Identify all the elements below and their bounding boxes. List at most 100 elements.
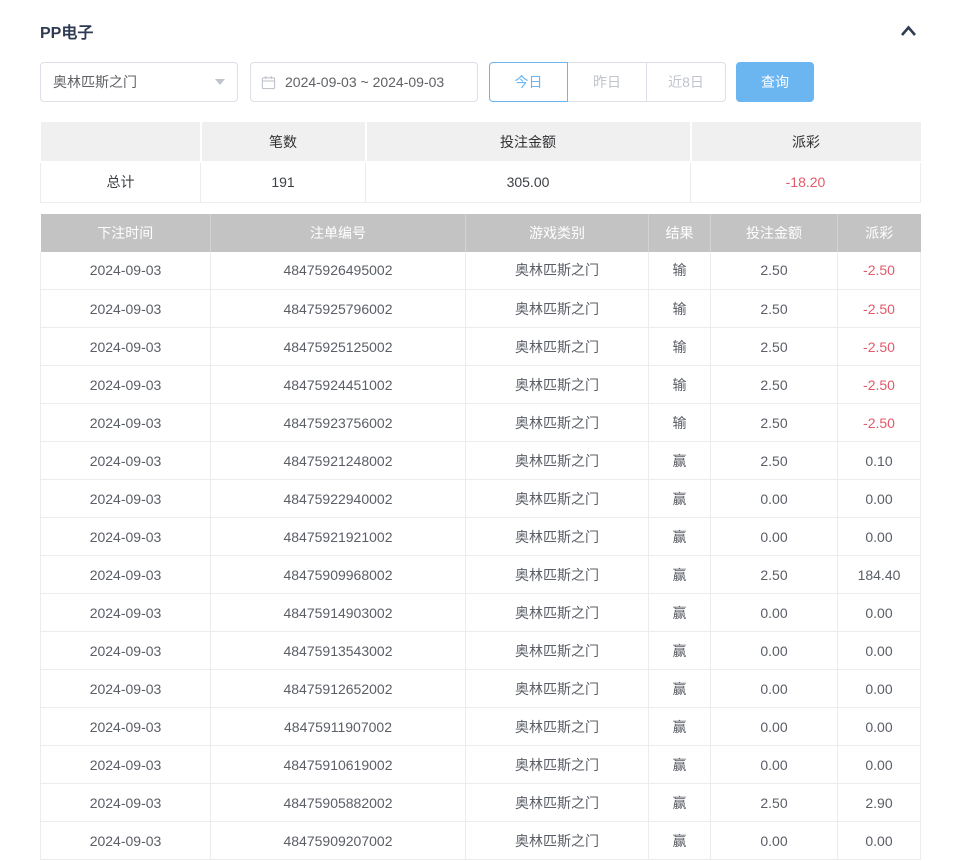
cell-result: 输 — [649, 290, 711, 328]
cell-order-id: 48475921921002 — [211, 518, 466, 556]
cell-order-id: 48475914903002 — [211, 594, 466, 632]
cell-bet-time: 2024-09-03 — [41, 708, 211, 746]
cell-payout: 0.00 — [838, 594, 921, 632]
table-row: 2024-09-0348475925796002奥林匹斯之门输2.50-2.50 — [41, 290, 921, 328]
col-header-game-type: 游戏类别 — [466, 214, 649, 252]
cell-result: 赢 — [649, 632, 711, 670]
page-title: PP电子 — [40, 19, 93, 43]
table-row: 2024-09-0348475926495002奥林匹斯之门输2.50-2.50 — [41, 252, 921, 290]
quick-filter-group: 今日 昨日 近8日 — [489, 62, 726, 102]
cell-game-type: 奥林匹斯之门 — [466, 822, 649, 860]
cell-bet-amount: 0.00 — [711, 480, 838, 518]
cell-result: 赢 — [649, 746, 711, 784]
quick-filter-yesterday[interactable]: 昨日 — [567, 62, 647, 102]
cell-bet-time: 2024-09-03 — [41, 252, 211, 290]
cell-game-type: 奥林匹斯之门 — [466, 442, 649, 480]
cell-payout: 0.00 — [838, 480, 921, 518]
cell-bet-amount: 0.00 — [711, 822, 838, 860]
bet-table: 下注时间 注单编号 游戏类别 结果 投注金额 派彩 2024-09-034847… — [40, 214, 921, 861]
cell-bet-time: 2024-09-03 — [41, 328, 211, 366]
cell-result: 赢 — [649, 518, 711, 556]
cell-bet-amount: 2.50 — [711, 404, 838, 442]
cell-result: 赢 — [649, 480, 711, 518]
quick-filter-today[interactable]: 今日 — [489, 62, 568, 102]
cell-payout: 0.00 — [838, 708, 921, 746]
cell-payout: 0.00 — [838, 822, 921, 860]
cell-result: 赢 — [649, 708, 711, 746]
cell-bet-amount: 2.50 — [711, 328, 838, 366]
cell-result: 赢 — [649, 556, 711, 594]
cell-game-type: 奥林匹斯之门 — [466, 290, 649, 328]
chevron-up-icon — [899, 24, 918, 38]
search-button[interactable]: 查询 — [736, 62, 814, 102]
cell-game-type: 奥林匹斯之门 — [466, 670, 649, 708]
cell-order-id: 48475925796002 — [211, 290, 466, 328]
cell-game-type: 奥林匹斯之门 — [466, 366, 649, 404]
summary-bet-amount: 305.00 — [366, 162, 691, 202]
table-row: 2024-09-0348475911907002奥林匹斯之门赢0.000.00 — [41, 708, 921, 746]
cell-order-id: 48475905882002 — [211, 784, 466, 822]
date-range-input[interactable]: 2024-09-03 ~ 2024-09-03 — [250, 62, 478, 102]
cell-bet-amount: 0.00 — [711, 518, 838, 556]
cell-bet-time: 2024-09-03 — [41, 746, 211, 784]
cell-bet-time: 2024-09-03 — [41, 442, 211, 480]
cell-payout: -2.50 — [838, 252, 921, 290]
cell-bet-amount: 0.00 — [711, 670, 838, 708]
table-row: 2024-09-0348475924451002奥林匹斯之门输2.50-2.50 — [41, 366, 921, 404]
cell-bet-amount: 0.00 — [711, 594, 838, 632]
cell-payout: 2.90 — [838, 784, 921, 822]
cell-order-id: 48475921248002 — [211, 442, 466, 480]
cell-order-id: 48475909968002 — [211, 556, 466, 594]
cell-bet-time: 2024-09-03 — [41, 290, 211, 328]
cell-game-type: 奥林匹斯之门 — [466, 746, 649, 784]
cell-bet-amount: 0.00 — [711, 708, 838, 746]
caret-down-icon — [215, 79, 225, 85]
summary-header-empty — [41, 122, 201, 162]
cell-payout: -2.50 — [838, 404, 921, 442]
cell-payout: 0.00 — [838, 670, 921, 708]
summary-header-bet-amount: 投注金额 — [366, 122, 691, 162]
collapse-button[interactable] — [896, 21, 920, 41]
cell-game-type: 奥林匹斯之门 — [466, 594, 649, 632]
col-header-bet-amount: 投注金额 — [711, 214, 838, 252]
cell-order-id: 48475926495002 — [211, 252, 466, 290]
cell-bet-time: 2024-09-03 — [41, 404, 211, 442]
cell-game-type: 奥林匹斯之门 — [466, 556, 649, 594]
cell-order-id: 48475911907002 — [211, 708, 466, 746]
cell-result: 输 — [649, 404, 711, 442]
cell-bet-amount: 2.50 — [711, 290, 838, 328]
cell-order-id: 48475923756002 — [211, 404, 466, 442]
quick-filter-last8days[interactable]: 近8日 — [646, 62, 726, 102]
cell-payout: -2.50 — [838, 366, 921, 404]
cell-result: 输 — [649, 328, 711, 366]
cell-order-id: 48475910619002 — [211, 746, 466, 784]
cell-bet-time: 2024-09-03 — [41, 784, 211, 822]
table-row: 2024-09-0348475909968002奥林匹斯之门赢2.50184.4… — [41, 556, 921, 594]
cell-bet-amount: 2.50 — [711, 556, 838, 594]
cell-payout: 0.00 — [838, 632, 921, 670]
summary-header-count: 笔数 — [201, 122, 366, 162]
summary-payout: -18.20 — [691, 162, 921, 202]
pp-slots-panel: PP电子 奥林匹斯之门 2024-09-03 ~ 2024-09-03 — [0, 0, 957, 860]
cell-game-type: 奥林匹斯之门 — [466, 632, 649, 670]
cell-game-type: 奥林匹斯之门 — [466, 404, 649, 442]
cell-payout: 184.40 — [838, 556, 921, 594]
table-row: 2024-09-0348475925125002奥林匹斯之门输2.50-2.50 — [41, 328, 921, 366]
summary-count: 191 — [201, 162, 366, 202]
table-row: 2024-09-0348475905882002奥林匹斯之门赢2.502.90 — [41, 784, 921, 822]
cell-bet-amount: 0.00 — [711, 632, 838, 670]
bet-table-body: 2024-09-0348475926495002奥林匹斯之门输2.50-2.50… — [41, 252, 921, 860]
cell-payout: 0.00 — [838, 746, 921, 784]
cell-payout: 0.10 — [838, 442, 921, 480]
cell-game-type: 奥林匹斯之门 — [466, 708, 649, 746]
summary-header-row: 笔数 投注金额 派彩 — [41, 122, 921, 162]
col-header-result: 结果 — [649, 214, 711, 252]
cell-bet-amount: 2.50 — [711, 784, 838, 822]
cell-result: 赢 — [649, 822, 711, 860]
cell-bet-time: 2024-09-03 — [41, 366, 211, 404]
table-row: 2024-09-0348475909207002奥林匹斯之门赢0.000.00 — [41, 822, 921, 860]
table-row: 2024-09-0348475914903002奥林匹斯之门赢0.000.00 — [41, 594, 921, 632]
game-select[interactable]: 奥林匹斯之门 — [40, 62, 238, 102]
calendar-icon — [261, 75, 276, 90]
summary-total-label: 总计 — [41, 162, 201, 202]
